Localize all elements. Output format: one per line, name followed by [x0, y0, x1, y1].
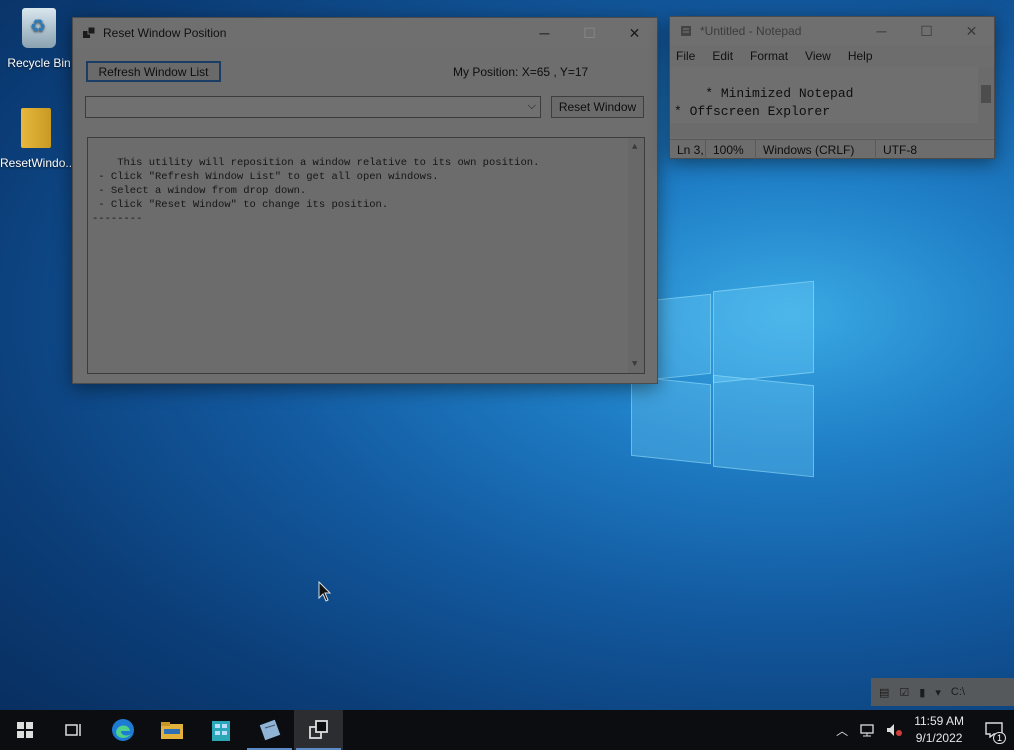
- scroll-up-icon[interactable]: ▲: [632, 140, 637, 154]
- folder-icon: [21, 108, 51, 148]
- minimize-button[interactable]: ─: [859, 17, 904, 45]
- close-button[interactable]: ✕: [949, 17, 994, 45]
- sticky-note-icon[interactable]: ▮: [919, 686, 925, 699]
- status-line-ending: Windows (CRLF): [756, 140, 876, 159]
- status-encoding: UTF-8: [883, 143, 917, 157]
- status-bar: Ln 3, 100% Windows (CRLF) UTF-8: [670, 139, 994, 159]
- menu-format[interactable]: Format: [750, 46, 788, 66]
- task-view-icon: [64, 724, 81, 736]
- file-explorer-icon: [160, 722, 183, 739]
- reset-window-position-window: Reset Window Position ─ ☐ ✕ Refresh Wind…: [72, 17, 658, 384]
- mouse-cursor-icon: [318, 581, 332, 602]
- app-window-icon: [83, 27, 95, 38]
- scroll-down-icon[interactable]: ▼: [632, 357, 637, 371]
- start-button[interactable]: [0, 710, 49, 750]
- title-bar[interactable]: Reset Window Position ─ ☐ ✕: [73, 18, 657, 48]
- menu-file[interactable]: File: [676, 46, 695, 66]
- minimize-button[interactable]: ─: [522, 18, 567, 48]
- server-manager-icon: [211, 721, 230, 741]
- start-icon: [16, 722, 33, 738]
- refresh-window-list-button[interactable]: Refresh Window List: [86, 61, 221, 82]
- taskbar-server-manager[interactable]: [196, 710, 245, 750]
- drive-label[interactable]: C:\: [951, 686, 965, 698]
- menu-bar: File Edit Format View Help: [670, 46, 994, 66]
- taskbar-file-explorer[interactable]: [147, 710, 196, 750]
- desktop-icon-label: ResetWindo...: [0, 156, 76, 170]
- window-select-dropdown[interactable]: ⌵: [85, 96, 541, 118]
- clock-time: 11:59 AM: [914, 714, 964, 728]
- taskbar: ︿ 11:59 AM 9/1/2022 1: [0, 710, 1014, 750]
- reset-window-button[interactable]: Reset Window: [551, 96, 644, 118]
- taskbar-edge[interactable]: [98, 710, 147, 750]
- desktop-icon-resetwindow-folder[interactable]: ResetWindo...: [0, 108, 76, 170]
- menu-edit[interactable]: Edit: [712, 46, 733, 66]
- edge-icon: [111, 719, 134, 741]
- title-bar[interactable]: *Untitled - Notepad ─ ☐ ✕: [670, 17, 994, 45]
- taskbar-reset-window-app[interactable]: [294, 710, 343, 750]
- taskbar-notepad[interactable]: [245, 710, 294, 750]
- recycle-bin-icon: [22, 8, 56, 48]
- tray-toolbar: ▤ ☑ ▮ ▾ C:\: [871, 678, 1014, 706]
- maximize-button[interactable]: ☐: [904, 17, 949, 45]
- dropdown-icon[interactable]: ▾: [935, 686, 941, 699]
- menu-view[interactable]: View: [805, 46, 831, 66]
- network-icon[interactable]: [860, 722, 878, 738]
- task-view-button[interactable]: [49, 710, 98, 750]
- maximize-button[interactable]: ☐: [567, 18, 612, 48]
- volume-muted-icon[interactable]: [886, 722, 904, 738]
- notepad-icon: [259, 719, 280, 741]
- windows-logo-wallpaper: [631, 280, 814, 478]
- chevron-down-icon: ⌵: [527, 100, 536, 112]
- notepad-window: *Untitled - Notepad ─ ☐ ✕ File Edit Form…: [669, 16, 995, 159]
- checklist-icon[interactable]: ☑: [899, 686, 909, 699]
- desktop-icon-label: Recycle Bin: [7, 56, 71, 70]
- reset-window-app-icon: [308, 720, 328, 739]
- system-tray: ︿ 11:59 AM 9/1/2022 1: [836, 710, 1014, 750]
- notepad-text-area[interactable]: * Minimized Notepad * Offscreen Explorer: [670, 67, 994, 137]
- menu-help[interactable]: Help: [848, 46, 873, 66]
- notepad-content: * Minimized Notepad * Offscreen Explorer: [674, 86, 854, 119]
- keyboard-icon[interactable]: ▤: [879, 686, 889, 699]
- desktop-icon-recycle-bin[interactable]: Recycle Bin: [3, 8, 75, 70]
- clock-date: 9/1/2022: [915, 731, 963, 745]
- horizontal-scrollbar[interactable]: [670, 123, 994, 137]
- window-title: *Untitled - Notepad: [700, 24, 802, 38]
- notepad-app-icon: [681, 26, 691, 36]
- clock[interactable]: 11:59 AM 9/1/2022: [914, 713, 964, 747]
- window-title: Reset Window Position: [103, 26, 227, 40]
- notification-count: 1: [992, 732, 1006, 744]
- close-button[interactable]: ✕: [612, 18, 657, 48]
- my-position-label: My Position: X=65 , Y=17: [453, 65, 589, 79]
- log-scrollbar[interactable]: ▲ ▼: [628, 138, 644, 373]
- chevron-up-icon[interactable]: ︿: [836, 722, 848, 739]
- status-position: Ln 3,: [670, 140, 706, 159]
- log-textbox[interactable]: This utility will reposition a window re…: [87, 137, 645, 374]
- action-center-button[interactable]: 1: [974, 710, 1014, 750]
- log-text: This utility will reposition a window re…: [92, 157, 540, 225]
- status-zoom: 100%: [706, 140, 756, 159]
